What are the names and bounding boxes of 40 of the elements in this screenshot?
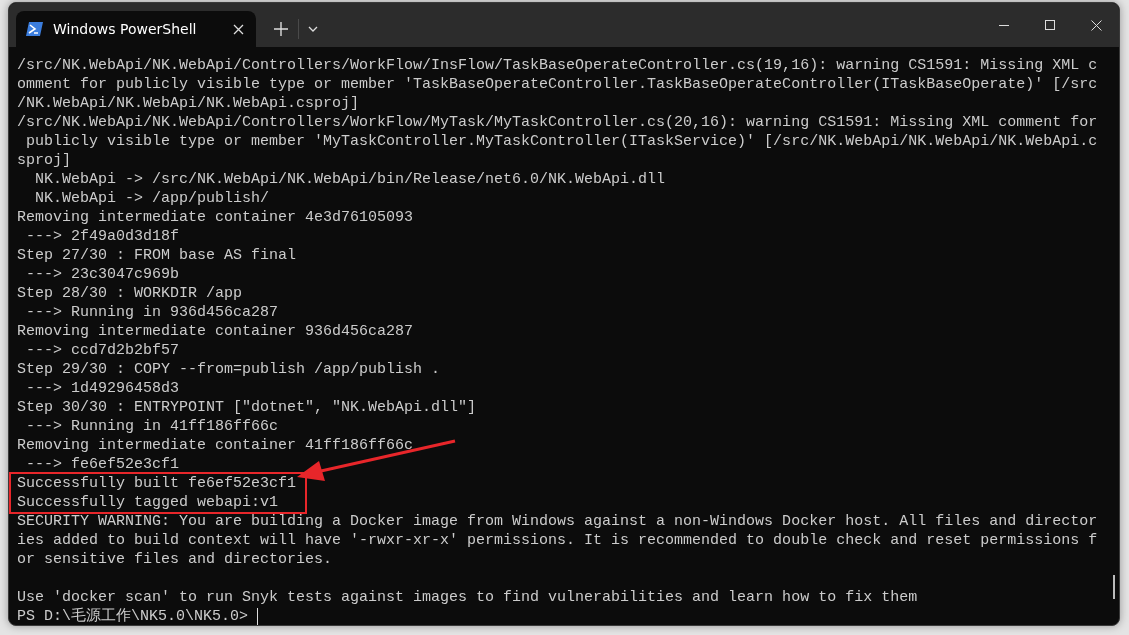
output-line: sproj] — [17, 151, 71, 170]
output-line: ---> 2f49a0d3d18f — [25, 227, 180, 246]
terminal-icon — [26, 22, 43, 36]
scrollbar[interactable] — [1113, 575, 1115, 599]
output-line: Step 27/30 : FROM base AS final — [17, 246, 297, 265]
output-line: Use 'docker scan' to run Snyk tests against images to find vulnerabilities and learn how to fix them — [17, 588, 918, 607]
output-line: ies added to build context will have '-rwxr-xr-x' permissions. It is recommended to double check and reset permissions f — [17, 531, 1098, 550]
close-icon — [1090, 19, 1102, 31]
output-line: ---> Running in 41ff186ff66c — [25, 417, 279, 436]
output-line: Step 28/30 : WORKDIR /app — [17, 284, 243, 303]
output-line: Removing intermediate container 936d456ca287 — [17, 322, 414, 341]
output-line: NK.WebApi -> /app/publish/ — [34, 189, 270, 208]
output-line: Successfully built fe6ef52e3cf1 — [17, 474, 297, 493]
output-line: publicly visible type or member 'MyTaskController.MyTaskController(ITaskService)' [/src/NK.WebApi/NK.WebApi/NK.WebApi.c — [25, 132, 1098, 151]
output-line: NK.WebApi -> /src/NK.WebApi/NK.WebApi/bin/Release/net6.0/NK.WebApi.dll — [34, 170, 666, 189]
output-line: ---> 1d49296458d3 — [25, 379, 180, 398]
output-line: SECURITY WARNING: You are building a Docker image from Windows against a non-Windows Docker host. All files and director — [17, 512, 1098, 531]
plus-icon — [274, 22, 288, 36]
minimize-icon — [999, 24, 1009, 26]
maximize-icon — [1045, 20, 1055, 30]
output-line: Removing intermediate container 4e3d76105093 — [17, 208, 414, 227]
text-cursor — [257, 608, 259, 625]
output-line: /src/NK.WebApi/NK.WebApi/Controllers/WorkFlow/InsFlow/TaskBaseOperateController.cs(19,16): warning CS1591: Missing XML c — [17, 56, 1098, 75]
output-line: ---> Running in 936d456ca287 — [25, 303, 279, 322]
output-line: Removing intermediate container 41ff186ff66c — [17, 436, 414, 455]
output-line: /NK.WebApi/NK.WebApi/NK.WebApi.csproj] — [17, 94, 360, 113]
output-line: omment for publicly visible type or member 'TaskBaseOperateController.TaskBaseOperateController(ITaskBaseOperate)' [/src — [17, 75, 1098, 94]
output-line: /src/NK.WebApi/NK.WebApi/Controllers/WorkFlow/MyTask/MyTaskController.cs(20,16): warning CS1591: Missing XML comment for — [17, 113, 1098, 132]
output-line: or sensitive files and directories. — [17, 550, 333, 569]
tab-title: Windows PowerShell — [53, 19, 197, 39]
output-line: Step 30/30 : ENTRYPOINT ["dotnet", "NK.WebApi.dll"] — [17, 398, 477, 417]
output-line: ---> ccd7d2b2bf57 — [25, 341, 180, 360]
chevron-down-icon — [308, 26, 318, 32]
tab[interactable]: Windows PowerShell — [16, 11, 256, 47]
prompt-text: PS D:\毛源工作\NK5.0\NK5.0> — [17, 607, 249, 625]
close-icon[interactable] — [233, 24, 244, 35]
output-line: Successfully tagged webapi:v1 — [17, 493, 279, 512]
output-line: Step 29/30 : COPY --from=publish /app/publish . — [17, 360, 441, 379]
output-line: ---> fe6ef52e3cf1 — [25, 455, 180, 474]
output-line: ---> 23c3047c969b — [25, 265, 180, 284]
